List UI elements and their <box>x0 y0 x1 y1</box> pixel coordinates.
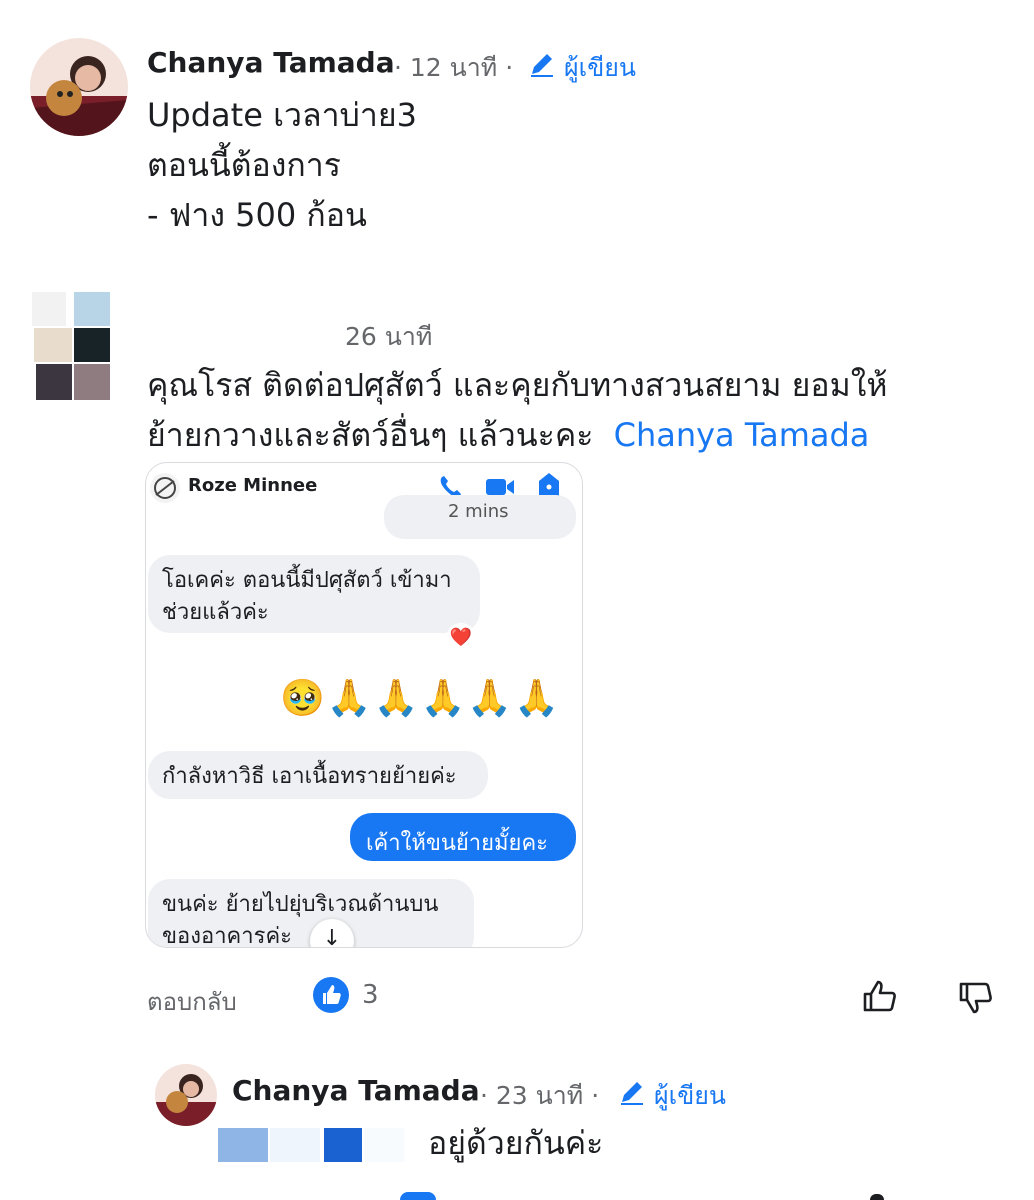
avatar-chanya[interactable] <box>155 1064 217 1126</box>
thumbs-up-outline-icon[interactable] <box>860 976 900 1016</box>
avatar-pixelated[interactable] <box>32 292 112 402</box>
comment-text: Update เวลาบ่าย3 ตอนนี้ต้องการ - ฟาง 500… <box>147 96 417 234</box>
attached-screenshot[interactable]: Roze Minnee 2 mins โอเคค่ะ ตอนนี้มีปศุสั… <box>145 462 583 948</box>
message-bubble-received: กำลังหาวิธี เอาเนื้อทรายย้ายค่ะ <box>148 751 488 799</box>
pencil-icon <box>618 1078 646 1106</box>
mention-link[interactable]: Chanya Tamada <box>614 416 870 454</box>
contact-avatar <box>150 473 180 503</box>
avatar-chanya[interactable] <box>30 38 128 136</box>
contact-name: Roze Minnee <box>188 475 318 496</box>
comment-text: อยู่ด้วยกันค่ะ <box>428 1124 604 1162</box>
author-badge: ผู้เขียน <box>654 1081 727 1110</box>
thumbs-down-outline-icon[interactable] <box>956 978 996 1018</box>
partial-reaction-icon <box>870 1194 884 1200</box>
comment-timestamp[interactable]: 26 นาที <box>345 317 432 357</box>
partial-time: 2 mins <box>448 501 509 522</box>
reply-button[interactable]: ตอบกลับ <box>147 982 237 1021</box>
emoji-message: 🥹🙏🙏🙏🙏🙏 <box>280 678 561 719</box>
message-bubble-sent: เค้าให้ขนย้ายมั้ยคะ <box>350 813 576 861</box>
comment-author-name[interactable]: Chanya Tamada <box>147 46 395 79</box>
comment-text-line2-text: ย้ายกวางและสัตว์อื่นๆ แล้วนะคะ <box>147 416 594 454</box>
like-count[interactable]: 3 <box>362 980 379 1010</box>
author-badge: ผู้เขียน <box>564 53 637 82</box>
redacted-mention <box>218 1126 418 1166</box>
comment-author-name[interactable]: Chanya Tamada <box>232 1074 480 1107</box>
like-icon <box>312 976 350 1014</box>
comment-timestamp[interactable]: · 12 นาที · <box>394 48 513 88</box>
message-bubble-received: โอเคค่ะ ตอนนี้มีปศุสัตว์ เข้ามา ช่วยแล้ว… <box>148 555 480 633</box>
partial-like-icon <box>400 1192 436 1200</box>
comment-text-line1: คุณโรส ติดต่อปศุสัตว์ และคุยกับทางสวนสยา… <box>147 366 888 404</box>
comment-text-line2: ย้ายกวางและสัตว์อื่นๆ แล้วนะคะ Chanya Ta… <box>147 410 1007 460</box>
pencil-icon <box>528 50 556 78</box>
comment-timestamp[interactable]: · 23 นาที · <box>480 1076 599 1116</box>
heart-reaction: ❤️ <box>446 623 476 653</box>
partial-bubble: 2 mins <box>384 495 576 539</box>
